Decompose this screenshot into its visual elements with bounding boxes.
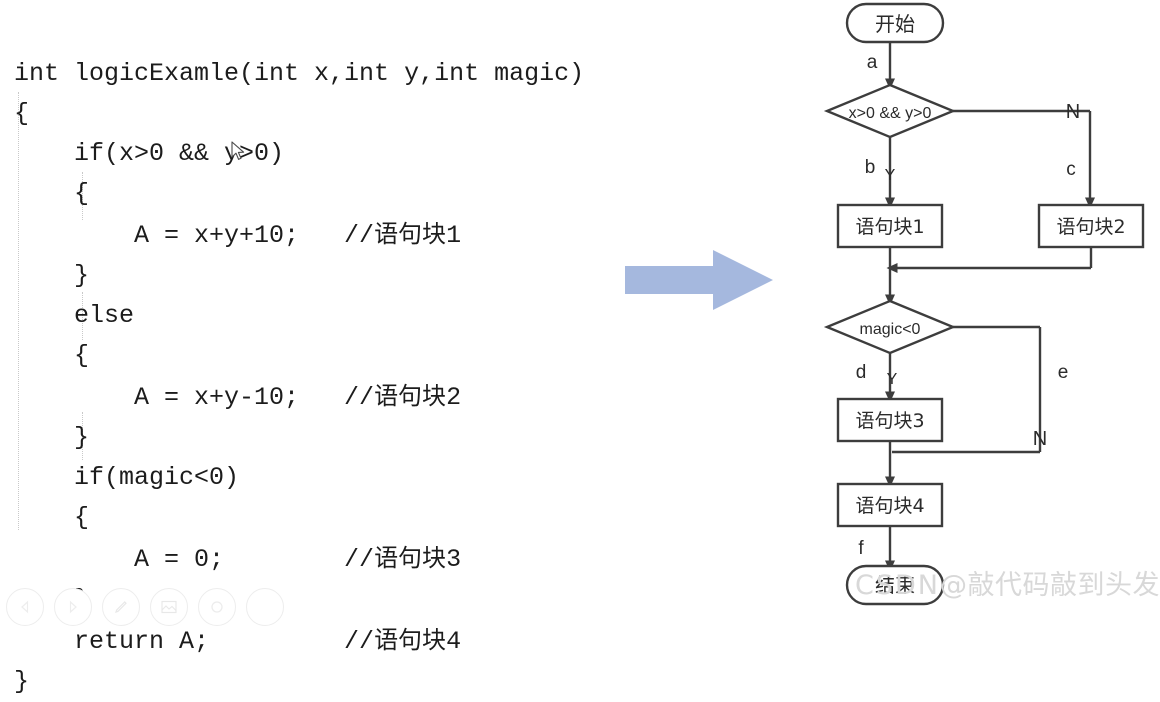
edge-label-b: b (865, 157, 876, 178)
flowchart-diagram: 开始 x>0 && y>0 语句块1 语句块2 magic<0 语句块3 语句块… (823, 2, 1145, 606)
branch-label-yes-1: Y (885, 167, 896, 184)
pen-button[interactable] (102, 588, 140, 626)
edge-label-d: d (856, 362, 867, 383)
transform-arrow-icon (625, 250, 773, 310)
branch-label-no-1: N (1066, 101, 1080, 123)
node-cond2-label: magic<0 (860, 321, 921, 338)
code-line: A = x+y+10; //语句块1 (14, 220, 462, 250)
blank-button[interactable] (246, 588, 284, 626)
node-block1-label: 语句块1 (855, 216, 924, 238)
code-line: { (14, 99, 30, 128)
code-line: } (14, 423, 90, 452)
code-line: A = x+y-10; //语句块2 (14, 382, 462, 412)
code-line: { (14, 341, 90, 370)
code-line: int logicExamle(int x,int y,int magic) (14, 59, 585, 88)
mouse-pointer-icon (231, 141, 245, 160)
watermark-brand: CSDN (855, 570, 940, 601)
code-pane: int logicExamle(int x,int y,int magic) {… (0, 0, 620, 696)
play-button[interactable] (54, 588, 92, 626)
node-block3-label: 语句块3 (855, 410, 924, 432)
branch-label-yes-2: Y (887, 371, 898, 388)
code-line: } (14, 667, 30, 696)
code-line: return A; //语句块4 (14, 626, 462, 656)
branch-label-no-2: N (1033, 428, 1047, 450)
watermark-handle: @敲代码敲到头发茂密 (939, 570, 1160, 601)
bottom-toolbar (6, 588, 284, 626)
edge-label-c: c (1066, 159, 1076, 180)
edge-label-a: a (867, 52, 878, 73)
image-button[interactable] (150, 588, 188, 626)
image-icon (161, 600, 177, 614)
code-line: if(magic<0) (14, 463, 240, 492)
pen-icon (115, 601, 127, 613)
code-line: { (14, 503, 90, 532)
edge-label-e: e (1058, 362, 1069, 383)
node-block2-label: 语句块2 (1056, 216, 1125, 238)
play-icon (69, 600, 77, 614)
watermark: CSDN@敲代码敲到头发茂密 (855, 563, 1160, 602)
previous-button[interactable] (6, 588, 44, 626)
blank-icon (258, 600, 272, 614)
code-line: { (14, 179, 90, 208)
record-icon (211, 601, 223, 613)
node-start-label: 开始 (875, 12, 915, 36)
code-line: A = 0; //语句块3 (14, 544, 462, 574)
previous-icon (21, 600, 29, 614)
code-line: } (14, 261, 90, 290)
record-button[interactable] (198, 588, 236, 626)
code-line: else (14, 301, 135, 330)
edge-label-f: f (858, 538, 864, 559)
node-block4-label: 语句块4 (855, 495, 924, 517)
node-cond1-label: x>0 && y>0 (849, 105, 932, 122)
